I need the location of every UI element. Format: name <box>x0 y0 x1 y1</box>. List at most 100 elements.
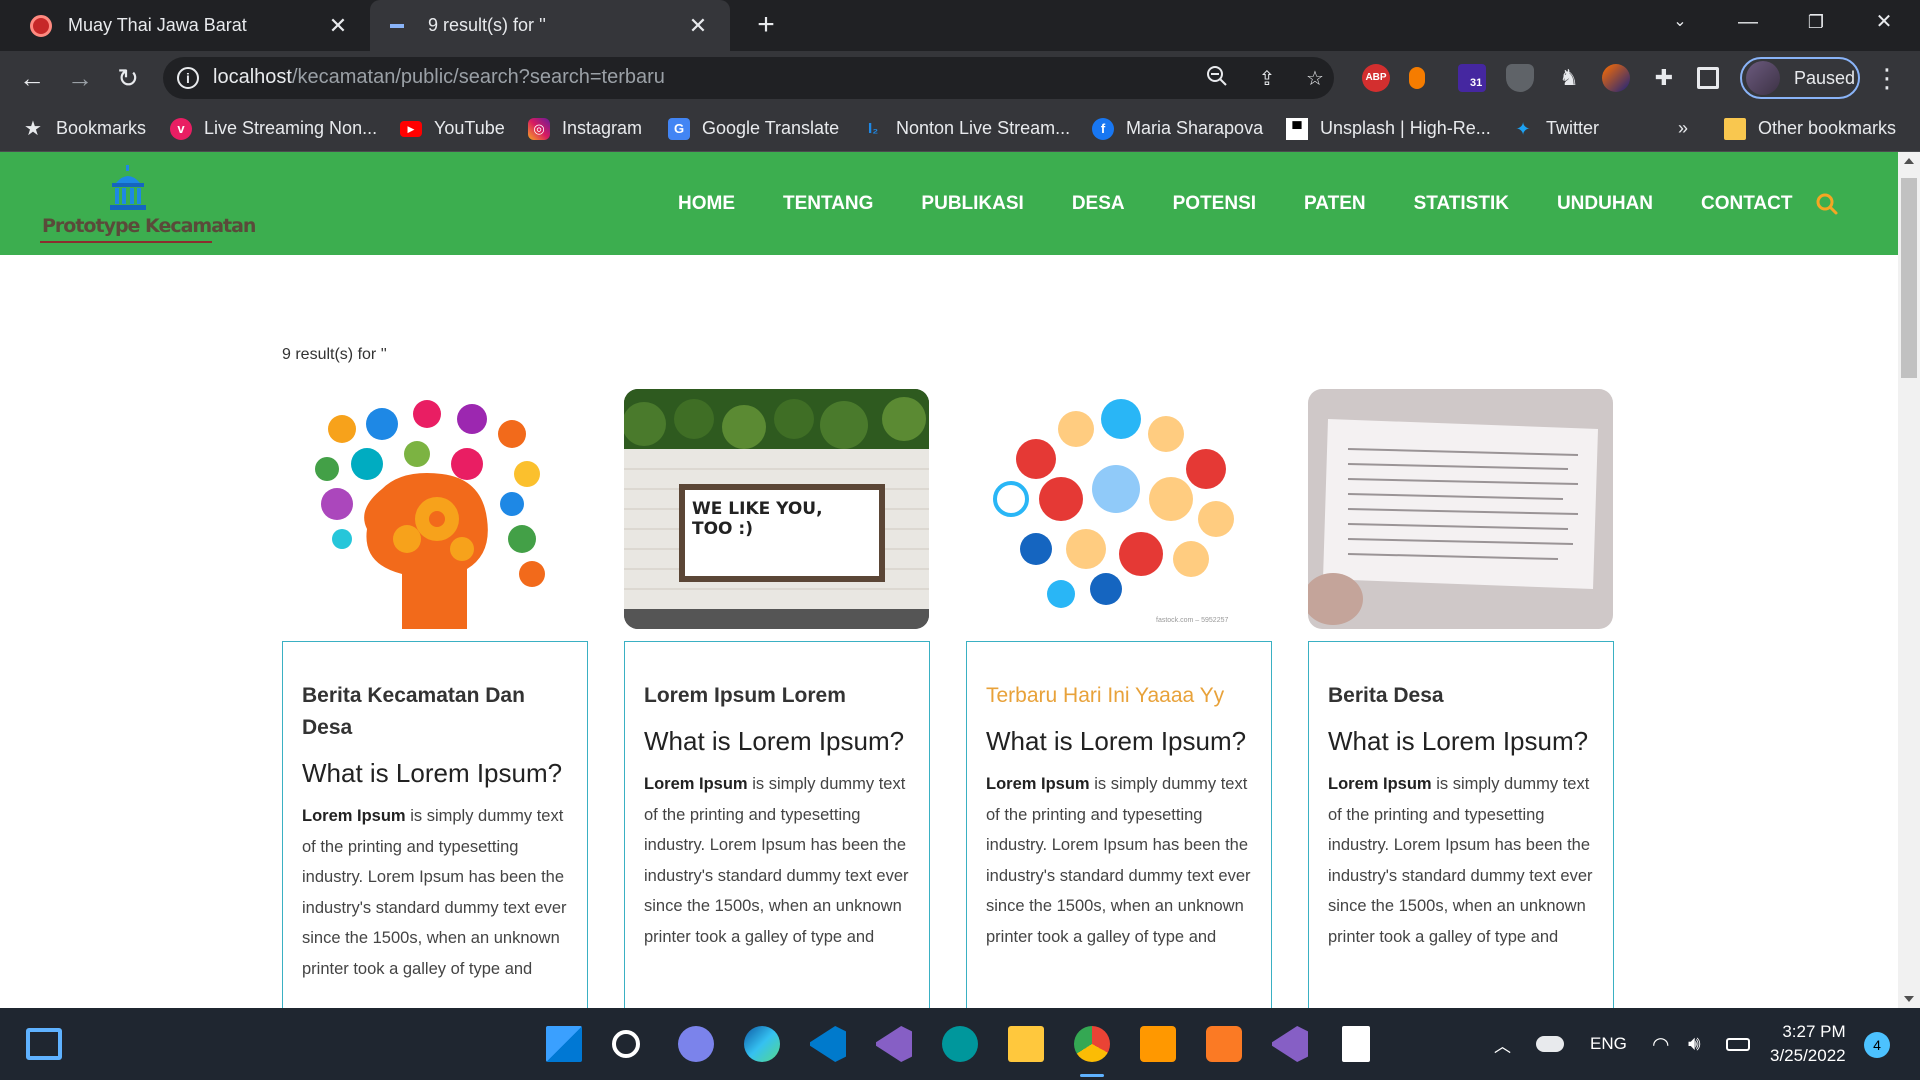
tab-strip: Muay Thai Jawa Barat ✕ 9 result(s) for '… <box>0 0 1920 51</box>
volume-icon[interactable]: 🔊︎ <box>1688 1008 1701 1080</box>
tab-search-chevron-icon[interactable]: ⌄ <box>1650 0 1710 44</box>
url-text[interactable]: localhost/kecamatan/public/search?search… <box>213 66 665 89</box>
card-title[interactable]: Lorem Ipsum Lorem <box>644 680 911 712</box>
result-card[interactable]: Berita Kecamatan Dan Desa What is Lorem … <box>282 641 588 1008</box>
loading-favicon-icon <box>390 23 404 28</box>
card-image-brain[interactable] <box>282 389 587 629</box>
close-window-button[interactable]: ✕ <box>1854 0 1914 44</box>
penguin-extension-icon[interactable]: ♞ <box>1555 64 1583 92</box>
bookmark-label: YouTube <box>434 118 505 138</box>
result-card[interactable]: Lorem Ipsum Lorem What is Lorem Ipsum? L… <box>624 641 930 1008</box>
scroll-down-icon[interactable] <box>1904 996 1914 1002</box>
nav-unduhan[interactable]: UNDUHAN <box>1557 193 1653 215</box>
result-card[interactable]: Terbaru Hari Ini Yaaaa Yy What is Lorem … <box>966 641 1272 1008</box>
restore-button[interactable]: ❐ <box>1786 0 1846 44</box>
nav-publikasi[interactable]: PUBLIKASI <box>921 193 1023 215</box>
bookmarks-overflow-button[interactable]: » <box>1678 105 1688 152</box>
nav-paten[interactable]: PATEN <box>1304 193 1366 215</box>
bookmark-youtube[interactable]: ▶ YouTube <box>400 105 505 152</box>
search-taskbar-icon[interactable] <box>612 1030 640 1058</box>
battery-icon[interactable] <box>1726 1038 1750 1051</box>
side-panel-icon[interactable] <box>1697 67 1719 89</box>
arduino-icon[interactable] <box>942 1026 978 1062</box>
teams-chat-icon[interactable] <box>678 1026 714 1062</box>
card-body: Lorem Ipsum is simply dummy text of the … <box>302 801 569 984</box>
nav-contact[interactable]: CONTACT <box>1701 193 1792 215</box>
card-title[interactable]: Terbaru Hari Ini Yaaaa Yy <box>986 680 1253 712</box>
bookmark-instagram[interactable]: ◎ Instagram <box>528 105 642 152</box>
reload-button[interactable]: ↻ <box>108 58 148 98</box>
notification-badge[interactable]: 4 <box>1864 1032 1890 1058</box>
bookmark-star-icon[interactable]: ☆ <box>1301 65 1329 93</box>
tab-muay-thai[interactable]: Muay Thai Jawa Barat ✕ <box>10 0 370 51</box>
facebook-icon: f <box>1092 117 1114 140</box>
translate-icon: G <box>668 117 690 140</box>
card-body-bold: Lorem Ipsum <box>644 775 748 793</box>
share-icon[interactable]: ⇪ <box>1253 65 1281 93</box>
extension-badge-icon[interactable]: 31 <box>1458 64 1486 92</box>
scrollbar-thumb[interactable] <box>1901 178 1917 378</box>
zoom-icon[interactable] <box>1203 65 1231 93</box>
nav-home[interactable]: HOME <box>678 193 735 215</box>
bookmarks-bar: ★ Bookmarks v Live Streaming Non... ▶ Yo… <box>0 105 1920 152</box>
visual-studio-icon[interactable] <box>876 1026 912 1062</box>
extensions-puzzle-icon[interactable]: ✚ <box>1650 64 1678 92</box>
clock[interactable]: 3:27 PM 3/25/2022 <box>1770 1020 1846 1068</box>
start-icon[interactable] <box>546 1026 582 1062</box>
xampp-icon[interactable] <box>1206 1026 1242 1062</box>
chrome-icon[interactable] <box>1074 1026 1110 1062</box>
nav-potensi[interactable]: POTENSI <box>1173 193 1256 215</box>
nav-statistik[interactable]: STATISTIK <box>1414 193 1509 215</box>
minimize-button[interactable]: — <box>1718 0 1778 44</box>
document-icon[interactable] <box>1342 1026 1370 1062</box>
close-tab-icon[interactable]: ✕ <box>686 13 710 39</box>
close-tab-icon[interactable]: ✕ <box>326 13 350 39</box>
card-heading: What is Lorem Ipsum? <box>986 726 1247 756</box>
bookmark-live-streaming[interactable]: v Live Streaming Non... <box>170 105 377 152</box>
widgets-icon[interactable] <box>26 1028 62 1060</box>
profile-button[interactable]: Paused <box>1740 57 1860 99</box>
extension-orange-icon[interactable] <box>1409 67 1425 89</box>
tab-title: Muay Thai Jawa Barat <box>68 15 247 35</box>
onedrive-icon[interactable] <box>1536 1036 1564 1052</box>
card-image-billboard[interactable]: WE LIKE YOU, TOO :) <box>624 389 929 629</box>
vscode-icon[interactable] <box>810 1026 846 1062</box>
back-button[interactable]: ← <box>12 58 52 98</box>
visual-studio-2-icon[interactable] <box>1272 1026 1308 1062</box>
scroll-up-icon[interactable] <box>1904 158 1914 164</box>
bookmark-nonton-live[interactable]: ⅼ₂ Nonton Live Stream... <box>862 105 1070 152</box>
other-bookmarks[interactable]: Other bookmarks <box>1724 105 1896 152</box>
card-body-bold: Lorem Ipsum <box>1328 775 1432 793</box>
card-image-ai[interactable]: fastock.com – 5952257 <box>966 389 1271 629</box>
wifi-icon[interactable]: ◠ <box>1652 1008 1669 1080</box>
tab-search-results[interactable]: 9 result(s) for '' ✕ <box>370 0 730 51</box>
edge-icon[interactable] <box>744 1026 780 1062</box>
result-card[interactable]: Berita Desa What is Lorem Ipsum? Lorem I… <box>1308 641 1614 1008</box>
card-title[interactable]: Berita Kecamatan Dan Desa <box>302 680 569 744</box>
language-indicator[interactable]: ENG <box>1590 1008 1627 1080</box>
show-hidden-icons[interactable]: ︿ <box>1494 1008 1511 1080</box>
new-tab-button[interactable]: + <box>748 8 784 44</box>
bookmark-bookmarks[interactable]: ★ Bookmarks <box>22 105 146 152</box>
page-scrollbar[interactable] <box>1898 152 1920 1008</box>
sublime-icon[interactable] <box>1140 1026 1176 1062</box>
forward-button[interactable]: → <box>60 58 100 98</box>
chrome-menu-icon[interactable]: ⋮ <box>1872 58 1902 98</box>
adblock-plus-icon[interactable]: ABP <box>1362 64 1390 92</box>
bookmark-maria-sharapova[interactable]: f Maria Sharapova <box>1092 105 1263 152</box>
address-bar[interactable]: i localhost/kecamatan/public/search?sear… <box>163 57 1334 99</box>
extension-orb-icon[interactable] <box>1602 64 1630 92</box>
twitter-icon: ✦ <box>1515 118 1531 139</box>
bookmark-google-translate[interactable]: G Google Translate <box>668 105 839 152</box>
file-explorer-icon[interactable] <box>1008 1026 1044 1062</box>
site-logo[interactable]: Prototype Kecamatan <box>40 165 256 243</box>
bookmark-unsplash[interactable]: ▀ Unsplash | High-Re... <box>1286 105 1491 152</box>
card-title[interactable]: Berita Desa <box>1328 680 1595 712</box>
shield-icon[interactable] <box>1506 64 1534 92</box>
nav-desa[interactable]: DESA <box>1072 193 1125 215</box>
nav-tentang[interactable]: TENTANG <box>783 193 873 215</box>
site-info-icon[interactable]: i <box>177 67 199 89</box>
bookmark-twitter[interactable]: ✦ Twitter <box>1512 105 1599 152</box>
card-image-paper[interactable] <box>1308 389 1613 629</box>
search-icon[interactable] <box>1815 192 1839 216</box>
